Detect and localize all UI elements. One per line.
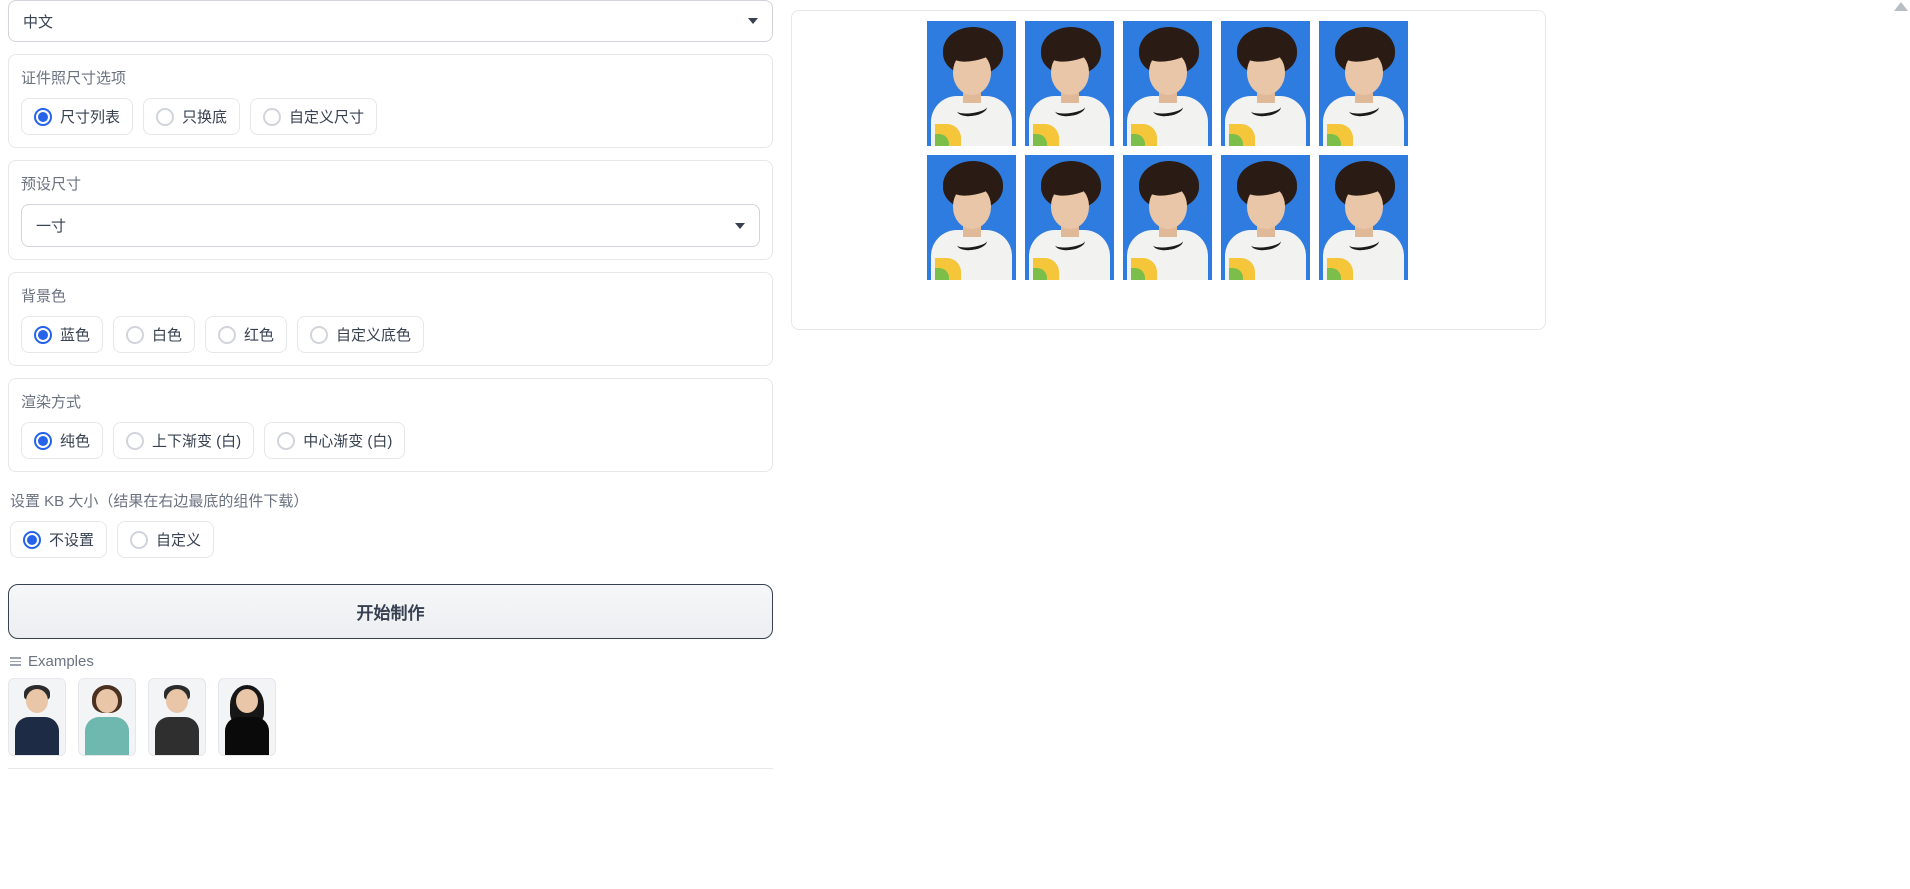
examples-label: Examples <box>28 653 94 670</box>
radio-kb-none[interactable]: 不设置 <box>10 521 107 558</box>
radio-bg-white[interactable]: 白色 <box>113 316 195 353</box>
bg-color-card: 背景色 蓝色 白色 红色 自定义底色 <box>8 272 773 366</box>
examples-row <box>8 678 773 756</box>
list-icon <box>10 657 21 666</box>
render-mode-radios: 纯色 上下渐变 (白) 中心渐变 (白) <box>21 422 760 459</box>
output-column <box>791 0 1902 769</box>
id-photo <box>1123 21 1212 146</box>
radio-dot-icon <box>23 531 41 549</box>
radio-kb-custom[interactable]: 自定义 <box>117 521 214 558</box>
radio-dot-icon <box>126 326 144 344</box>
scroll-up-indicator <box>1894 2 1908 11</box>
radio-bg-blue[interactable]: 蓝色 <box>21 316 103 353</box>
id-photo <box>1319 21 1408 146</box>
radio-dot-icon <box>310 326 328 344</box>
id-photo <box>1123 155 1212 280</box>
radio-dot-icon <box>130 531 148 549</box>
start-button[interactable]: 开始制作 <box>8 584 773 639</box>
radio-render-vgrad[interactable]: 上下渐变 (白) <box>113 422 254 459</box>
id-photo <box>927 21 1016 146</box>
radio-bg-only[interactable]: 只换底 <box>143 98 240 135</box>
example-thumb-3[interactable] <box>148 678 206 756</box>
radio-dot-icon <box>34 326 52 344</box>
settings-column: 中文 证件照尺寸选项 尺寸列表 只换底 自定义尺寸 预设尺寸 一寸 背景色 蓝色… <box>8 0 773 769</box>
size-option-card: 证件照尺寸选项 尺寸列表 只换底 自定义尺寸 <box>8 54 773 148</box>
preset-size-card: 预设尺寸 一寸 <box>8 160 773 260</box>
example-thumb-1[interactable] <box>8 678 66 756</box>
kb-size-label: 设置 KB 大小（结果在右边最底的组件下载） <box>10 490 771 511</box>
size-option-label: 证件照尺寸选项 <box>21 67 760 88</box>
radio-custom-size[interactable]: 自定义尺寸 <box>250 98 377 135</box>
radio-bg-custom[interactable]: 自定义底色 <box>297 316 424 353</box>
radio-dot-icon <box>156 108 174 126</box>
chevron-down-icon <box>748 18 758 24</box>
radio-render-cgrad[interactable]: 中心渐变 (白) <box>264 422 405 459</box>
radio-bg-red[interactable]: 红色 <box>205 316 287 353</box>
preset-size-label: 预设尺寸 <box>21 173 760 194</box>
example-thumb-4[interactable] <box>218 678 276 756</box>
footer-divider <box>8 768 773 769</box>
bg-color-label: 背景色 <box>21 285 760 306</box>
kb-size-card: 设置 KB 大小（结果在右边最底的组件下载） 不设置 自定义 <box>8 484 773 572</box>
examples-header: Examples <box>10 653 773 670</box>
render-mode-label: 渲染方式 <box>21 391 760 412</box>
radio-dot-icon <box>218 326 236 344</box>
radio-render-solid[interactable]: 纯色 <box>21 422 103 459</box>
kb-size-radios: 不设置 自定义 <box>10 521 771 558</box>
bg-color-radios: 蓝色 白色 红色 自定义底色 <box>21 316 760 353</box>
language-dropdown[interactable]: 中文 <box>8 0 773 42</box>
id-photo <box>927 155 1016 280</box>
id-photo <box>1025 21 1114 146</box>
radio-size-list[interactable]: 尺寸列表 <box>21 98 133 135</box>
id-photo <box>1319 155 1408 280</box>
language-value: 中文 <box>23 11 53 32</box>
chevron-down-icon <box>735 223 745 229</box>
id-photo <box>1025 155 1114 280</box>
page: 中文 证件照尺寸选项 尺寸列表 只换底 自定义尺寸 预设尺寸 一寸 背景色 蓝色… <box>0 0 1910 789</box>
id-photo <box>1221 21 1310 146</box>
render-mode-card: 渲染方式 纯色 上下渐变 (白) 中心渐变 (白) <box>8 378 773 472</box>
example-thumb-2[interactable] <box>78 678 136 756</box>
radio-dot-icon <box>34 432 52 450</box>
size-option-radios: 尺寸列表 只换底 自定义尺寸 <box>21 98 760 135</box>
preset-size-dropdown[interactable]: 一寸 <box>21 204 760 247</box>
photo-grid <box>927 21 1535 280</box>
radio-dot-icon <box>34 108 52 126</box>
radio-dot-icon <box>126 432 144 450</box>
preset-size-value: 一寸 <box>36 215 66 236</box>
id-photo <box>1221 155 1310 280</box>
radio-dot-icon <box>263 108 281 126</box>
radio-dot-icon <box>277 432 295 450</box>
output-card <box>791 10 1546 330</box>
